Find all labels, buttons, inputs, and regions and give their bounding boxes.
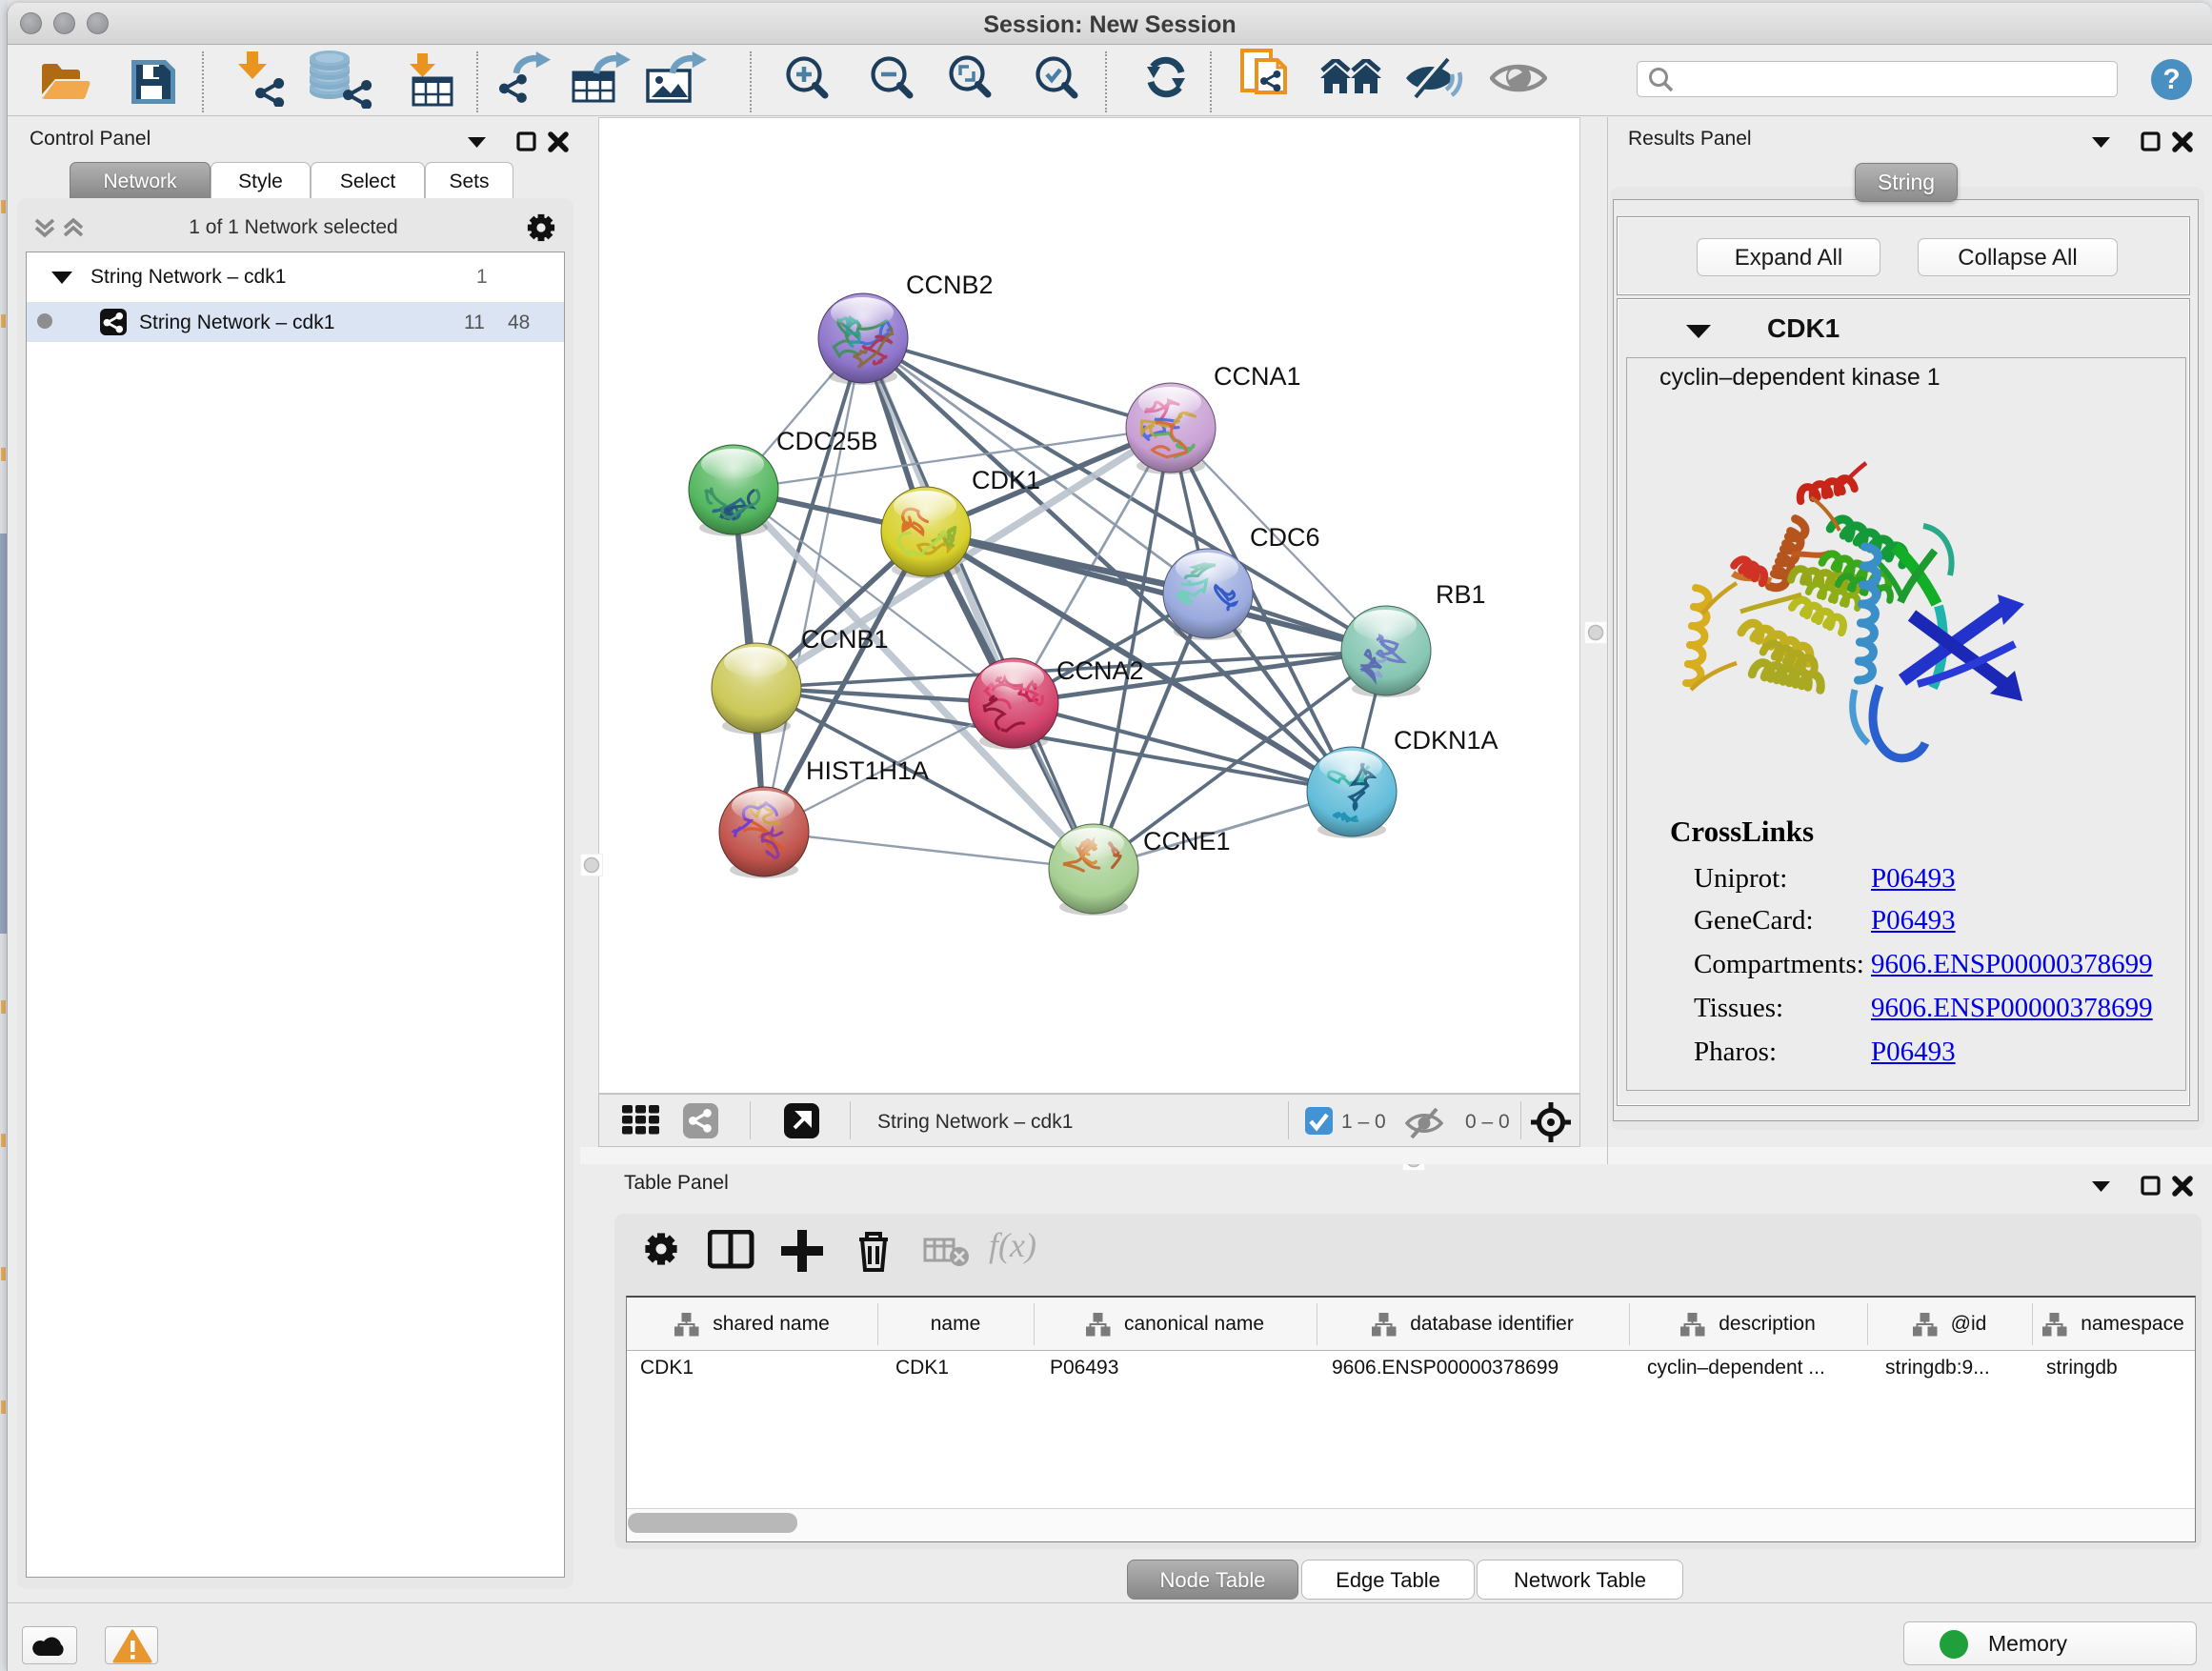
svg-text:HIST1H1A: HIST1H1A <box>806 756 929 785</box>
svg-text:RB1: RB1 <box>1436 580 1486 609</box>
svg-text:CDC25B: CDC25B <box>776 427 878 455</box>
svg-text:CDK1: CDK1 <box>972 466 1040 494</box>
svg-text:CCNA2: CCNA2 <box>1056 656 1144 685</box>
svg-text:CCNB1: CCNB1 <box>801 625 889 654</box>
svg-text:CCNE1: CCNE1 <box>1143 827 1231 856</box>
svg-text:CCNA1: CCNA1 <box>1214 362 1301 391</box>
svg-text:CDC6: CDC6 <box>1250 523 1320 552</box>
svg-text:CCNB2: CCNB2 <box>906 271 994 299</box>
svg-text:CDKN1A: CDKN1A <box>1394 726 1498 755</box>
